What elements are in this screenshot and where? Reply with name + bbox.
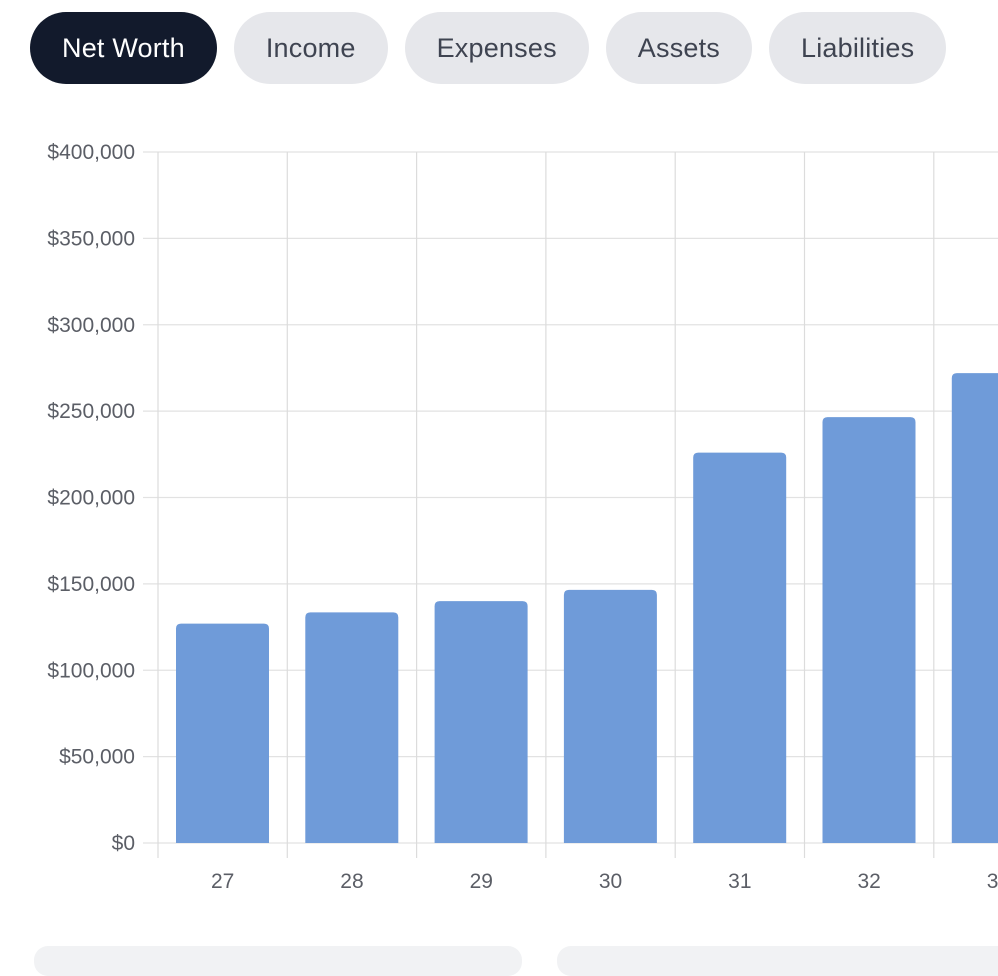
y-tick-label: $100,000 <box>47 659 135 682</box>
net-worth-bar-chart: $0 $50,000 $100,000 $150,000 $200,000 $250,00… <box>47 141 998 893</box>
y-tick-label: $250,000 <box>47 400 135 423</box>
x-tick-label: 27 <box>211 870 234 893</box>
x-tick-label: 32 <box>857 870 880 893</box>
x-axis-ticks: 27 28 29 30 31 32 33 <box>211 870 998 893</box>
y-tick-label: $0 <box>112 832 135 855</box>
bar-28 <box>305 612 399 843</box>
y-tick-label: $350,000 <box>47 227 135 250</box>
y-tick-label: $150,000 <box>47 573 135 596</box>
y-tick-label: $400,000 <box>47 141 135 164</box>
x-tick-label: 31 <box>728 870 751 893</box>
chart-bars <box>176 373 998 843</box>
x-tick-label: 29 <box>470 870 493 893</box>
y-axis-ticks: $0 $50,000 $100,000 $150,000 $200,000 $250,00… <box>47 141 135 855</box>
x-tick-label: 33 <box>987 870 998 893</box>
bar-33 <box>951 373 998 843</box>
x-tick-label: 28 <box>340 870 363 893</box>
x-tick-label: 30 <box>599 870 622 893</box>
bar-27 <box>176 623 269 843</box>
bar-29 <box>434 601 528 843</box>
y-tick-label: $50,000 <box>59 746 135 769</box>
summary-card-left <box>34 946 522 976</box>
summary-card-right <box>557 946 998 976</box>
bar-31 <box>693 452 787 843</box>
y-tick-label: $300,000 <box>47 314 135 337</box>
y-tick-label: $200,000 <box>47 487 135 510</box>
bar-30 <box>563 589 657 843</box>
bar-32 <box>822 417 916 843</box>
